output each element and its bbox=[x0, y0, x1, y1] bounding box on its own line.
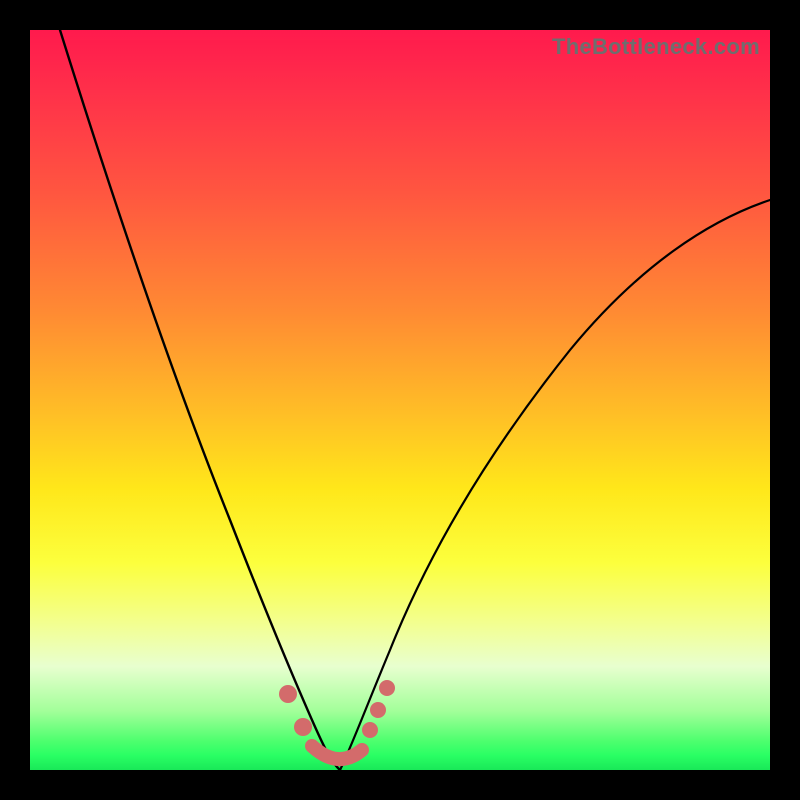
left-curve bbox=[60, 30, 340, 770]
curves-svg bbox=[30, 30, 770, 770]
chart-frame: TheBottleneck.com bbox=[0, 0, 800, 800]
marker-dot bbox=[370, 702, 386, 718]
marker-dot bbox=[362, 722, 378, 738]
marker-group bbox=[279, 680, 395, 759]
marker-dot bbox=[294, 718, 312, 736]
marker-dot bbox=[379, 680, 395, 696]
right-curve bbox=[340, 200, 770, 770]
marker-dot bbox=[279, 685, 297, 703]
marker-bottom-arc bbox=[312, 746, 362, 759]
plot-area: TheBottleneck.com bbox=[30, 30, 770, 770]
